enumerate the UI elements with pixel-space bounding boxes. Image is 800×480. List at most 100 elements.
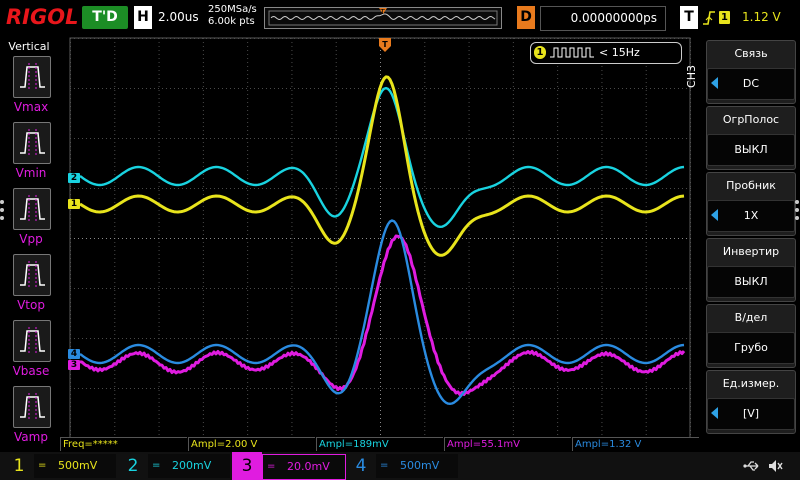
- measurement-results-bar: Freq=***** Ampl=2.00 V Ampl=189mV Ampl=55.1…: [60, 437, 700, 451]
- channel-number: 2: [127, 456, 139, 476]
- menu-item-value-box[interactable]: DC: [707, 68, 795, 100]
- coupling-icon: =: [152, 460, 161, 471]
- menu-item-value-box[interactable]: ВЫКЛ: [707, 134, 795, 166]
- measure-item-vmax[interactable]: Vmax: [10, 56, 52, 118]
- counter-value: < 15Hz: [599, 46, 640, 59]
- trigger-status-badge[interactable]: T'D: [82, 6, 128, 29]
- menu-item-value-box[interactable]: ВЫКЛ: [707, 266, 795, 298]
- channel-number: 3: [232, 452, 262, 480]
- channel-3-status[interactable]: 3 = 20.0mV: [232, 452, 346, 480]
- ch3-waveform: [79, 234, 686, 397]
- channel-1-status[interactable]: 1 = 500mV: [4, 452, 116, 480]
- horizontal-badge: H: [134, 6, 152, 29]
- ch4-waveform: [79, 219, 685, 405]
- memory-position-bar[interactable]: T: [264, 7, 502, 29]
- measure-item-label: Vpp: [19, 232, 43, 246]
- ch4-offset-marker[interactable]: 4: [68, 349, 80, 359]
- measurement-readout: Ampl=55.1mV: [444, 437, 571, 451]
- measurement-readout: Ampl=1.32 V: [572, 437, 699, 451]
- delay-value-box[interactable]: 0.00000000ps: [540, 6, 666, 31]
- channel-status-bar: 1 = 500mV 2 = 200mV 3 = 20.0mV 4 = 500mV: [0, 452, 800, 480]
- menu-item-1[interactable]: Связь DC: [706, 40, 796, 104]
- coupling-icon: =: [380, 460, 389, 471]
- menu-item-2[interactable]: ОгрПолос ВЫКЛ: [706, 106, 796, 170]
- trigger-source-badge: 1: [719, 11, 730, 24]
- counter-channel-badge: 1: [534, 46, 546, 59]
- menu-item-4[interactable]: Инвертир ВЫКЛ: [706, 238, 796, 302]
- svg-text:T: T: [382, 40, 388, 49]
- trigger-badge: T: [680, 6, 698, 29]
- menu-item-label: Связь: [734, 47, 768, 60]
- measure-waveform-icon: [13, 188, 51, 230]
- usb-icon: [743, 461, 759, 471]
- measure-item-label: Vtop: [17, 298, 45, 312]
- menu-item-label: В/дел: [734, 311, 768, 324]
- memory-depth: 6.00k pts: [208, 16, 255, 27]
- acquisition-info: 250MSa/s 6.00k pts: [208, 4, 257, 28]
- rigol-logo: RIGOL: [6, 5, 79, 29]
- waveform-display[interactable]: [60, 36, 700, 440]
- menu-item-value-box[interactable]: [V]: [707, 398, 795, 430]
- pulse-train-icon: [550, 47, 594, 58]
- ch3-offset-marker[interactable]: 3: [68, 360, 80, 370]
- measure-item-vmin[interactable]: Vmin: [10, 122, 52, 184]
- svg-text:T: T: [380, 8, 386, 16]
- menu-channel-label: CH3: [684, 65, 698, 88]
- measurement-readout: Ampl=189mV: [316, 437, 443, 451]
- measure-item-vtop[interactable]: Vtop: [10, 254, 52, 316]
- channel-2-status[interactable]: 2 = 200mV: [118, 452, 230, 480]
- trigger-level[interactable]: 1.12 V: [742, 10, 781, 24]
- delay-value: 0.00000000ps: [570, 11, 657, 25]
- channel-scale-box: = 500mV: [376, 454, 458, 478]
- channel-scale: 500mV: [58, 459, 98, 472]
- ch2-waveform: [79, 86, 685, 229]
- measurement-readout: Ampl=2.00 V: [188, 437, 315, 451]
- menu-item-value: 1X: [743, 209, 759, 222]
- channel-scale: 200mV: [172, 459, 212, 472]
- top-status-bar: RIGOL T'D H 2.00us 250MSa/s 6.00k pts T …: [0, 0, 800, 36]
- menu-item-label: ОгрПолос: [722, 113, 780, 126]
- measurement-readout: Freq=*****: [60, 437, 187, 451]
- menu-item-6[interactable]: Ед.измер. [V]: [706, 370, 796, 434]
- channel-number: 4: [355, 456, 367, 476]
- ch2-offset-marker[interactable]: 2: [68, 173, 80, 183]
- measure-waveform-icon: [13, 122, 51, 164]
- channel-scale-box: = 20.0mV: [262, 454, 346, 480]
- channel-4-status[interactable]: 4 = 500mV: [346, 452, 458, 480]
- menu-item-label: Инвертир: [722, 245, 780, 258]
- menu-item-value-box[interactable]: 1X: [707, 200, 795, 232]
- channel-scale-box: = 200mV: [148, 454, 230, 478]
- channel-scale: 500mV: [400, 459, 440, 472]
- measure-item-label: Vamp: [14, 430, 48, 444]
- delay-badge: D: [517, 6, 535, 29]
- graticule: [69, 37, 691, 439]
- menu-item-value: [V]: [742, 407, 760, 420]
- channel-number: 1: [13, 456, 25, 476]
- left-scroll-dots: [0, 200, 4, 224]
- measure-waveform-icon: [13, 56, 51, 98]
- menu-item-value: Грубо: [734, 341, 768, 354]
- menu-item-value: ВЫКЛ: [734, 275, 768, 288]
- menu-item-value: DC: [742, 77, 760, 90]
- menu-item-3[interactable]: Пробник 1X: [706, 172, 796, 236]
- menu-item-label: Ед.измер.: [722, 377, 780, 390]
- horizontal-timebase[interactable]: 2.00us: [158, 10, 199, 24]
- ch1-offset-marker[interactable]: 1: [68, 199, 80, 209]
- menu-item-5[interactable]: В/дел Грубо: [706, 304, 796, 368]
- menu-item-value: ВЫКЛ: [734, 143, 768, 156]
- sample-rate: 250MSa/s: [208, 4, 257, 15]
- frequency-counter-box[interactable]: 1 < 15Hz: [530, 42, 682, 64]
- menu-item-value-box[interactable]: Грубо: [707, 332, 795, 364]
- menu-channel-tab: CH3: [684, 56, 704, 98]
- measure-waveform-icon: [13, 320, 51, 362]
- channel-scale-box: = 500mV: [34, 454, 116, 478]
- measure-item-label: Vmin: [15, 166, 47, 180]
- measure-item-vpp[interactable]: Vpp: [10, 188, 52, 250]
- ch1-waveform: [79, 75, 685, 257]
- measure-item-vamp[interactable]: Vamp: [10, 386, 52, 448]
- trigger-position-icon[interactable]: T: [379, 38, 391, 52]
- speaker-mute-icon[interactable]: [767, 458, 783, 474]
- menu-item-label: Пробник: [726, 179, 776, 192]
- memory-waveform-overview: T: [268, 8, 498, 26]
- measure-item-vbase[interactable]: Vbase: [10, 320, 52, 382]
